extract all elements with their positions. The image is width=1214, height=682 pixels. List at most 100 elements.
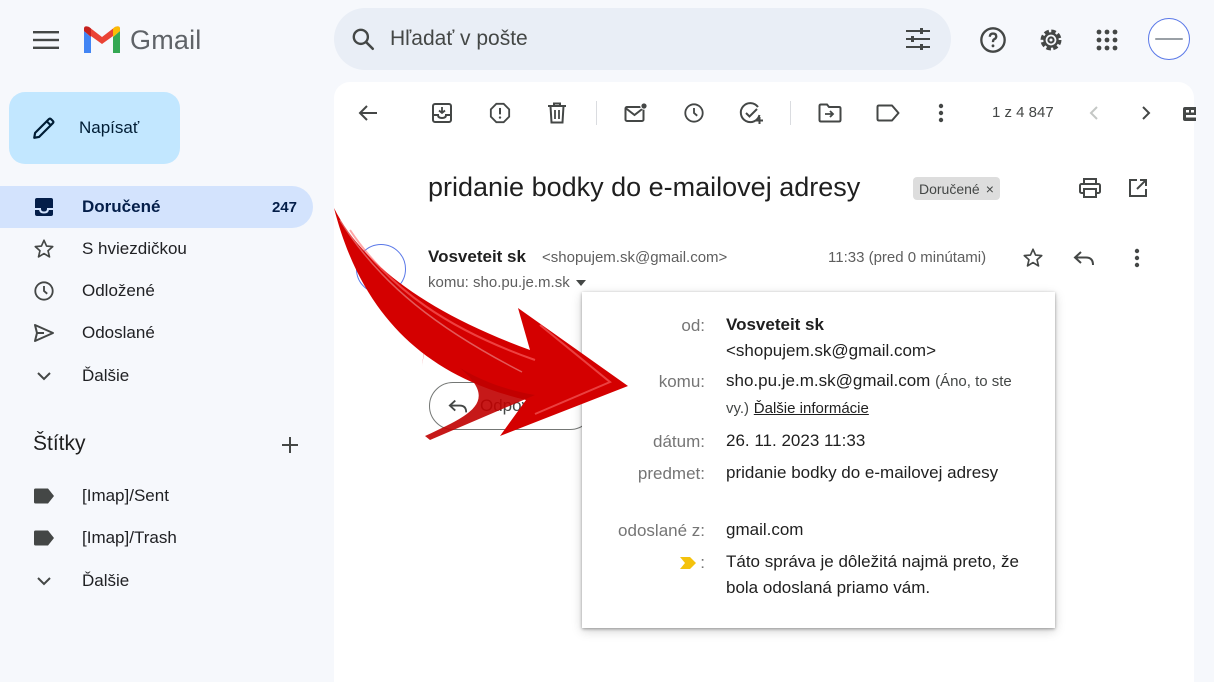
archive-button[interactable] [427,98,457,128]
report-spam-button[interactable] [485,98,515,128]
remove-label-icon[interactable]: × [986,181,994,197]
sidebar-item-inbox[interactable]: Doručené 247 [0,186,313,228]
reply-icon [1073,251,1094,266]
recipient-text: komu: sho.pu.je.m.sk [428,274,570,291]
detail-key-sentby: odoslané z: [618,521,705,540]
sidebar-item-label: [Imap]/Sent [82,486,169,505]
more-vert-icon [1134,248,1140,268]
trash-icon [548,102,566,124]
label-icon [32,526,56,550]
older-button[interactable] [1131,98,1161,128]
gmail-wordmark: Gmail [130,24,202,55]
chevron-down-icon [32,364,56,388]
sidebar-item-more[interactable]: Ďalšie [0,355,313,397]
report-icon [489,102,511,124]
detail-key-subject: predmet: [637,464,705,483]
gmail-logo[interactable]: Gmail [82,20,202,60]
newer-button[interactable] [1079,98,1109,128]
chevron-left-icon [1089,106,1098,120]
input-tools-button[interactable] [1182,106,1196,122]
print-icon [1079,178,1101,198]
add-task-icon [739,102,763,124]
sidebar-item-label: Odložené [82,281,155,300]
more-actions-button[interactable] [926,98,956,128]
mark-unread-button[interactable] [621,98,651,128]
back-button[interactable] [353,98,383,128]
arrow-left-icon [358,105,377,121]
move-to-button[interactable] [815,98,845,128]
create-label-button[interactable] [278,433,302,457]
mark-unread-icon [624,102,648,122]
help-icon [980,27,1006,53]
sidebar-label-imap-trash[interactable]: [Imap]/Trash [0,517,313,559]
help-button[interactable] [971,18,1015,62]
detail-key-from: od: [681,316,705,335]
search-icon[interactable] [350,26,376,52]
message-more-button[interactable] [1122,243,1152,273]
message-subject: pridanie bodky do e-mailovej adresy [428,172,861,202]
compose-label: Napísať [79,118,140,137]
inbox-icon [32,195,56,219]
open-in-new-icon [1129,179,1147,197]
to-address: sho.pu.je.m.sk@gmail.com [726,371,931,390]
sidebar-item-starred[interactable]: S hviezdičkou [0,228,313,270]
star-icon [32,237,56,261]
move-to-folder-icon [818,103,842,123]
detail-value-sentby: gmail.com [726,520,804,539]
sidebar-item-sent[interactable]: Odoslané [0,312,313,354]
keyboard-icon [1183,107,1196,121]
snooze-button[interactable] [679,98,709,128]
sidebar-labels-more[interactable]: Ďalšie [0,560,313,602]
sidebar-item-label: Doručené [82,197,161,216]
labels-button[interactable] [873,98,903,128]
sidebar-label-imap-sent[interactable]: [Imap]/Sent [0,475,313,517]
menu-icon [33,31,59,49]
delete-button[interactable] [542,98,572,128]
pencil-icon [33,117,55,139]
detail-value-from: Vosveteit sk <shopujem.sk@gmail.com> [726,312,1036,364]
message-time: 11:33 (pred 0 minútami) [828,249,987,266]
sidebar-item-label: [Imap]/Trash [82,528,177,547]
more-vert-icon [938,103,944,123]
clock-icon [684,103,704,123]
search-options-icon[interactable] [905,27,931,51]
clock-icon [32,279,56,303]
search-bar[interactable] [334,8,951,70]
reply-icon [448,399,468,413]
main-menu-button[interactable] [24,20,68,60]
from-email: <shopujem.sk@gmail.com> [726,341,937,360]
label-icon [32,484,56,508]
reply-button[interactable]: Odpovedať [429,382,594,430]
sidebar-item-snoozed[interactable]: Odložené [0,270,313,312]
inbox-label-chip[interactable]: Doručené × [913,177,1000,200]
recipient-line[interactable]: komu: sho.pu.je.m.sk [428,274,586,291]
detail-value-subject: pridanie bodky do e-mailovej adresy [726,463,999,482]
reply-icon-button[interactable] [1069,243,1099,273]
toolbar-divider [790,101,791,125]
compose-button[interactable]: Napísať [9,92,180,164]
sidebar-item-label: Ďalšie [82,366,130,385]
message-details-popup: od: Vosveteit sk <shopujem.sk@gmail.com>… [582,292,1055,628]
search-input[interactable] [388,26,858,52]
add-task-button[interactable] [737,98,767,128]
chevron-down-icon [32,569,56,593]
sidebar-item-label: Ďalšie [82,571,130,590]
account-avatar[interactable] [1148,18,1190,60]
star-button[interactable] [1018,243,1048,273]
pagination-count: 1 z 4 847 [992,104,1054,121]
labels-heading: Štítky [33,432,86,455]
star-icon [1023,248,1043,267]
sender-avatar[interactable] [356,244,406,294]
caret-down-icon[interactable] [575,279,586,286]
gear-icon [1040,29,1062,51]
more-info-link[interactable]: Ďalšie informácie [754,400,869,417]
detail-key-date: dátum: [653,432,705,451]
open-new-window-button[interactable] [1123,173,1153,203]
print-button[interactable] [1075,173,1105,203]
label-icon [876,104,900,122]
archive-icon [432,103,452,123]
detail-key-to: komu: [658,372,705,391]
settings-button[interactable] [1029,18,1073,62]
apps-button[interactable] [1085,18,1129,62]
important-marker-icon [680,557,697,569]
